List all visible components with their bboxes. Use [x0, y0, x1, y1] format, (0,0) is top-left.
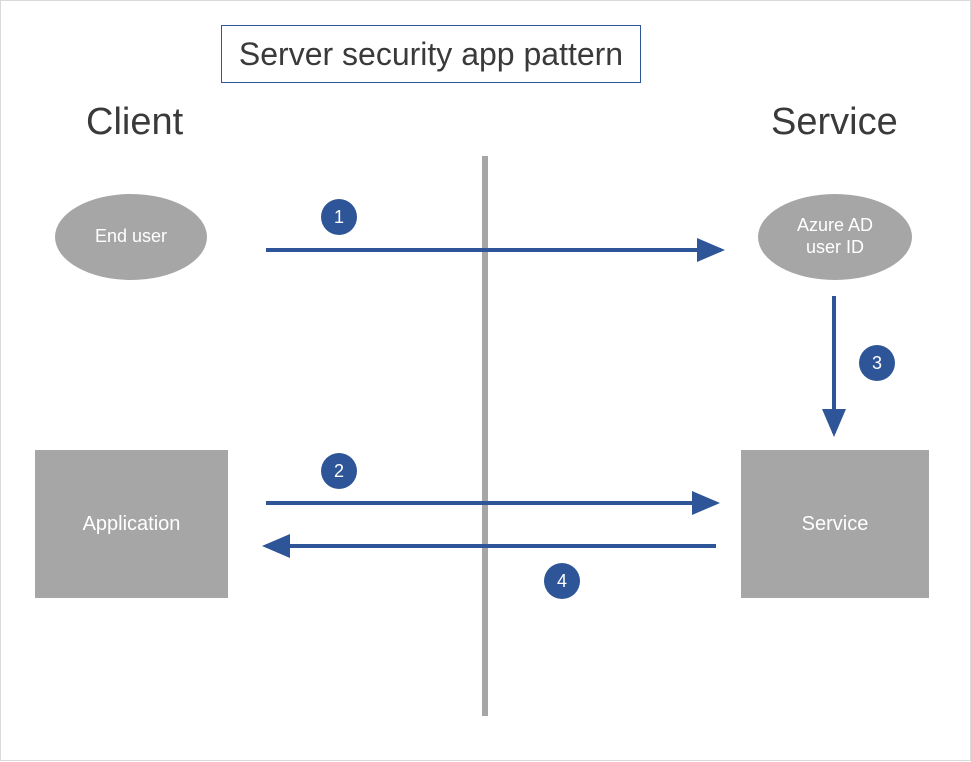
- step-badge-3: 3: [859, 345, 895, 381]
- step-badge-4-label: 4: [557, 571, 567, 592]
- step-badge-2: 2: [321, 453, 357, 489]
- step-badge-4: 4: [544, 563, 580, 599]
- step-badge-2-label: 2: [334, 461, 344, 482]
- arrows-layer: [1, 1, 971, 762]
- step-badge-3-label: 3: [872, 353, 882, 374]
- diagram-canvas: Server security app pattern Client Servi…: [0, 0, 971, 761]
- step-badge-1-label: 1: [334, 207, 344, 228]
- step-badge-1: 1: [321, 199, 357, 235]
